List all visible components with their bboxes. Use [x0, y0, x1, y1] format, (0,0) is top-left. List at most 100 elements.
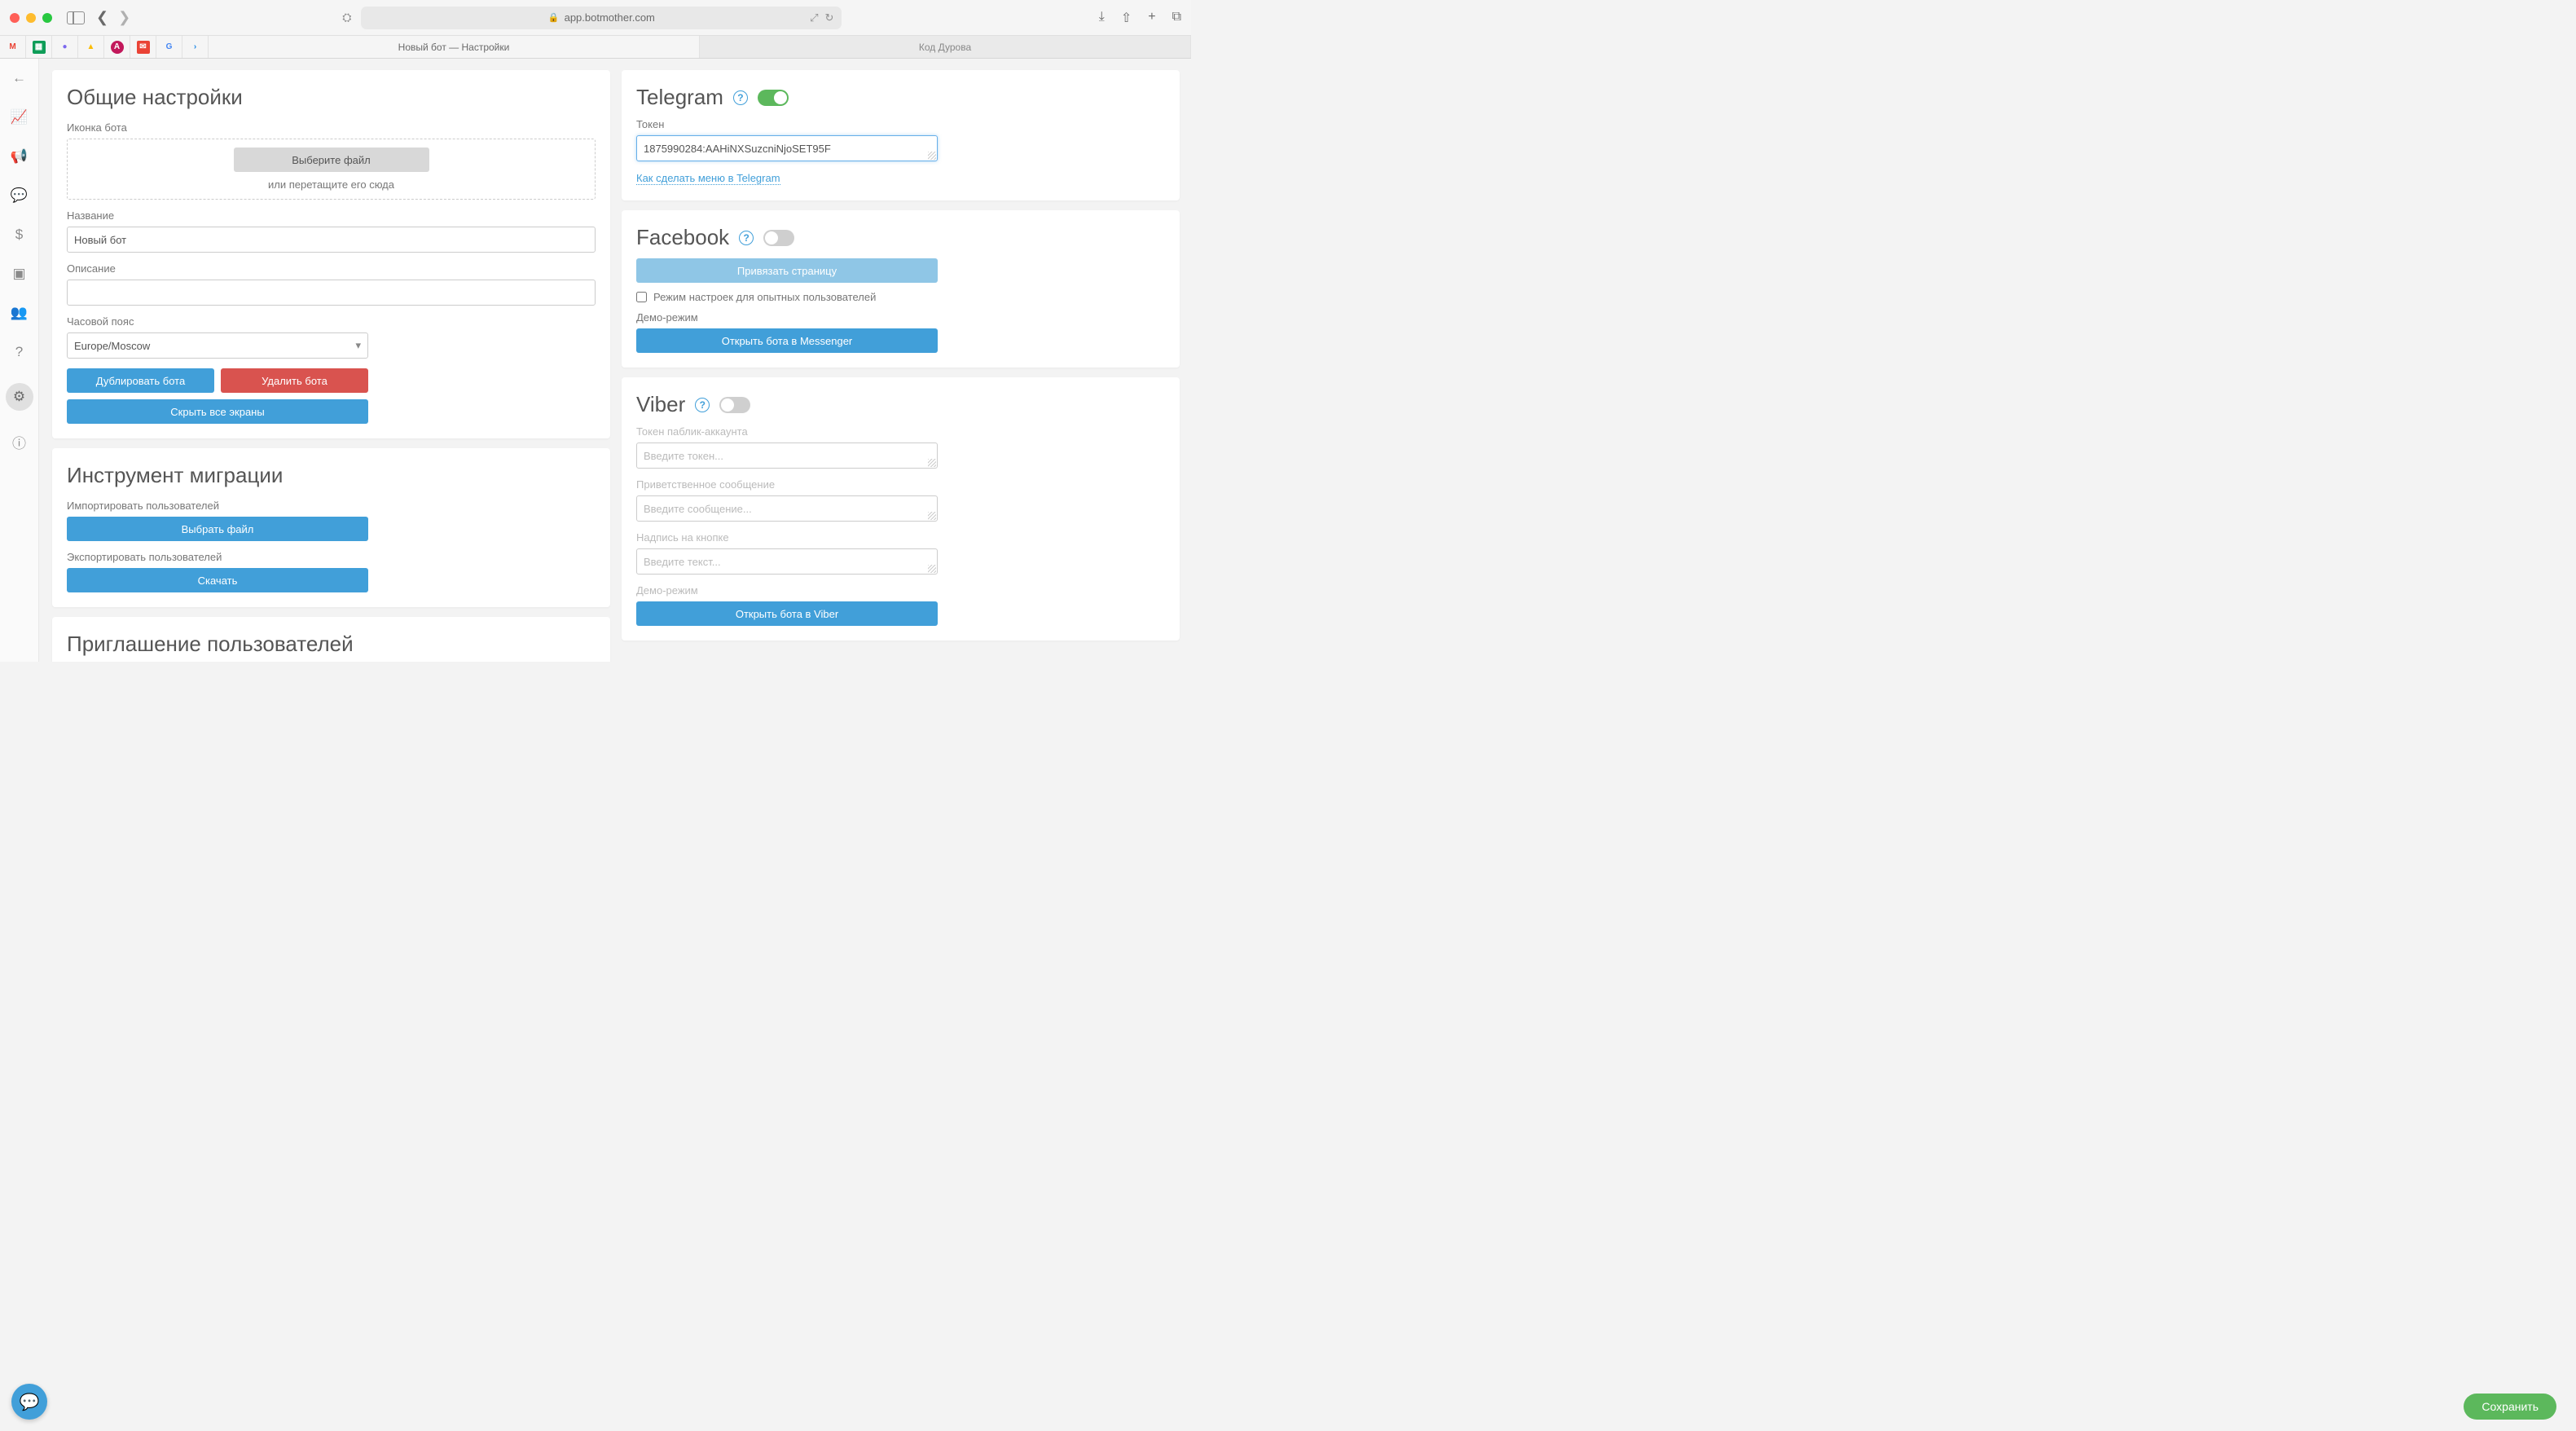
downloads-icon[interactable]: ⤓	[1099, 10, 1105, 26]
resize-handle-icon[interactable]	[928, 512, 936, 520]
bookmark-sheets[interactable]: ▦	[26, 36, 52, 58]
users-icon[interactable]: 👥	[11, 305, 28, 321]
reload-icon[interactable]: ↻	[824, 11, 833, 24]
viber-demo-label: Демо-режим	[636, 584, 1165, 597]
viber-title: Viber	[636, 392, 685, 417]
facebook-demo-label: Демо-режим	[636, 311, 1165, 324]
open-messenger-button[interactable]: Открыть бота в Messenger	[636, 328, 938, 353]
bookmark-app1[interactable]: ●	[52, 36, 78, 58]
sidebar-toggle-icon[interactable]	[67, 11, 85, 24]
bookmarks-and-tabs: M ▦ ● ▲ A ✉ G › Новый бот — Настройки Ко…	[0, 36, 1191, 59]
tab-inactive[interactable]: Код Дурова	[700, 36, 1191, 58]
maximize-window-button[interactable]	[42, 13, 52, 23]
advanced-mode-checkbox[interactable]	[636, 292, 647, 302]
bookmarks-bar: M ▦ ● ▲ A ✉ G ›	[0, 36, 209, 58]
telegram-toggle[interactable]	[758, 90, 789, 106]
viber-button-text-input[interactable]	[636, 548, 938, 575]
drag-hint-text: или перетащите его сюда	[76, 178, 587, 191]
resize-handle-icon[interactable]	[928, 565, 936, 573]
url-text: app.botmother.com	[565, 11, 655, 24]
browser-actions: ⤓ ⇧ + ⧉	[1099, 10, 1181, 26]
main-content: Общие настройки Иконка бота Выберите фай…	[39, 59, 1191, 662]
viber-help-icon[interactable]: ?	[695, 398, 710, 412]
screens-icon[interactable]: ▣	[11, 266, 28, 282]
address-bar[interactable]: 🔒 app.botmother.com ⤢ ↻	[361, 7, 842, 29]
browser-toolbar: ❮ ❯ ⛭ 🔒 app.botmother.com ⤢ ↻ ⤓ ⇧ + ⧉	[0, 0, 1191, 36]
name-label: Название	[67, 209, 596, 222]
share-icon[interactable]: ⇧	[1121, 10, 1132, 26]
timezone-label: Часовой пояс	[67, 315, 596, 328]
open-viber-button[interactable]: Открыть бота в Viber	[636, 601, 938, 626]
facebook-toggle[interactable]	[763, 230, 794, 246]
description-label: Описание	[67, 262, 596, 275]
general-title: Общие настройки	[67, 85, 596, 110]
bookmark-google[interactable]: G	[156, 36, 182, 58]
telegram-menu-link[interactable]: Как сделать меню в Telegram	[636, 172, 780, 185]
close-window-button[interactable]	[10, 13, 20, 23]
telegram-card: Telegram ? Токен Как сделать меню в Tele…	[622, 70, 1180, 200]
save-button[interactable]: Сохранить	[2464, 1394, 2556, 1420]
new-tab-icon[interactable]: +	[1148, 10, 1155, 26]
migration-card: Инструмент миграции Импортировать пользо…	[52, 448, 610, 607]
duplicate-bot-button[interactable]: Дублировать бота	[67, 368, 214, 393]
settings-icon[interactable]: ⚙	[6, 383, 33, 411]
help-icon[interactable]: ?	[11, 344, 28, 360]
choose-file-button[interactable]: Выберите файл	[234, 148, 429, 172]
invite-title: Приглашение пользователей	[67, 632, 596, 657]
viber-greeting-input[interactable]	[636, 495, 938, 522]
support-chat-button[interactable]: 💬	[11, 1384, 47, 1420]
broadcast-icon[interactable]: 📢	[11, 148, 28, 165]
navigation-arrows: ❮ ❯	[96, 9, 130, 26]
left-column: Общие настройки Иконка бота Выберите фай…	[52, 70, 610, 662]
bookmark-app3[interactable]: ›	[182, 36, 209, 58]
bookmark-app2[interactable]: A	[104, 36, 130, 58]
import-file-button[interactable]: Выбрать файл	[67, 517, 368, 541]
name-input[interactable]	[67, 227, 596, 253]
facebook-title: Facebook	[636, 225, 729, 250]
telegram-token-input[interactable]	[636, 135, 938, 161]
telegram-title: Telegram	[636, 85, 723, 110]
viber-button-label: Надпись на кнопке	[636, 531, 1165, 544]
privacy-shield-icon[interactable]: ⛭	[342, 11, 351, 24]
viber-card: Viber ? Токен паблик-аккаунта Приветстве…	[622, 377, 1180, 641]
chevron-down-icon: ▾	[355, 339, 361, 352]
viber-token-input[interactable]	[636, 443, 938, 469]
analytics-icon[interactable]: 📈	[11, 109, 28, 125]
general-settings-card: Общие настройки Иконка бота Выберите фай…	[52, 70, 610, 438]
timezone-select[interactable]: Europe/Moscow ▾	[67, 332, 368, 359]
resize-handle-icon[interactable]	[928, 152, 936, 160]
description-input[interactable]	[67, 280, 596, 306]
forward-button[interactable]: ❯	[118, 9, 130, 26]
telegram-token-label: Токен	[636, 118, 1165, 130]
bookmark-drive[interactable]: ▲	[78, 36, 104, 58]
bot-icon-label: Иконка бота	[67, 121, 596, 134]
back-button[interactable]: ❮	[96, 9, 108, 26]
window-controls	[10, 13, 52, 23]
facebook-help-icon[interactable]: ?	[739, 231, 754, 245]
export-download-button[interactable]: Скачать	[67, 568, 368, 592]
viber-toggle[interactable]	[719, 397, 750, 413]
tabs-overview-icon[interactable]: ⧉	[1172, 10, 1181, 26]
file-drop-zone[interactable]: Выберите файл или перетащите его сюда	[67, 139, 596, 200]
translate-icon[interactable]: ⤢	[810, 11, 818, 24]
viber-token-label: Токен паблик-аккаунта	[636, 425, 1165, 438]
import-users-label: Импортировать пользователей	[67, 500, 596, 512]
bookmark-mail[interactable]: ✉	[130, 36, 156, 58]
info-icon[interactable]: ⓘ	[11, 434, 28, 450]
right-column: Telegram ? Токен Как сделать меню в Tele…	[622, 70, 1180, 662]
back-icon[interactable]: ←	[11, 70, 28, 86]
viber-greeting-label: Приветственное сообщение	[636, 478, 1165, 491]
telegram-help-icon[interactable]: ?	[733, 90, 748, 105]
resize-handle-icon[interactable]	[928, 459, 936, 467]
minimize-window-button[interactable]	[26, 13, 36, 23]
delete-bot-button[interactable]: Удалить бота	[221, 368, 368, 393]
bind-page-button[interactable]: Привязать страницу	[636, 258, 938, 283]
browser-tabs: Новый бот — Настройки Код Дурова	[209, 36, 1191, 58]
bookmark-gmail[interactable]: M	[0, 36, 26, 58]
hide-all-screens-button[interactable]: Скрыть все экраны	[67, 399, 368, 424]
facebook-card: Facebook ? Привязать страницу Режим наст…	[622, 210, 1180, 368]
chat-icon[interactable]: 💬	[11, 187, 28, 204]
payments-icon[interactable]: $	[11, 227, 28, 243]
lock-icon: 🔒	[548, 12, 560, 23]
tab-active[interactable]: Новый бот — Настройки	[209, 36, 700, 58]
